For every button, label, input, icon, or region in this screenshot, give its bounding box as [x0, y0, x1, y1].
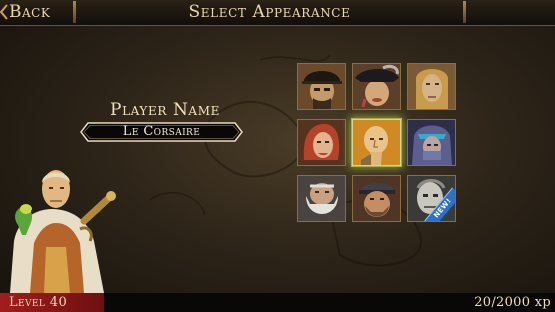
hooded-warrior-portrait-icon: [408, 120, 455, 165]
player-name-value: Le Corsaire: [122, 124, 201, 139]
portrait-blond-long-hair[interactable]: [407, 63, 456, 110]
pirate-captain-portrait-icon: [298, 64, 345, 109]
player-name-heading: Player Name: [110, 100, 220, 120]
bald-elder-portrait-icon: [353, 120, 400, 165]
portrait-bearded-dwarf[interactable]: [297, 175, 346, 222]
player-name-field[interactable]: Le Corsaire: [80, 122, 243, 142]
portrait-pale-golem[interactable]: NEW!: [407, 175, 456, 222]
screen-title: Select Appearance: [188, 2, 351, 22]
portrait-hooded-warrior[interactable]: [407, 119, 456, 166]
level-label: Level 40: [9, 295, 68, 310]
back-arrow-icon: [0, 4, 8, 20]
back-button[interactable]: Back: [0, 0, 70, 25]
header-divider-right: [463, 1, 466, 23]
top-bar: Back Select Appearance: [0, 0, 555, 26]
plumed-hat-portrait-icon: [353, 64, 400, 109]
portrait-pirate-captain[interactable]: [297, 63, 346, 110]
capped-brute-portrait-icon: [353, 176, 400, 221]
character-illustration: [10, 170, 116, 293]
blond-long-hair-portrait-icon: [408, 64, 455, 109]
portrait-bald-elder[interactable]: [352, 119, 401, 166]
xp-label: 20/2000 xp: [474, 295, 551, 310]
portrait-plumed-hat[interactable]: [352, 63, 401, 110]
back-label: Back: [9, 2, 51, 22]
red-haired-woman-portrait-icon: [298, 120, 345, 165]
bearded-dwarf-portrait-icon: [298, 176, 345, 221]
portrait-capped-brute[interactable]: [352, 175, 401, 222]
portrait-red-haired-woman[interactable]: [297, 119, 346, 166]
